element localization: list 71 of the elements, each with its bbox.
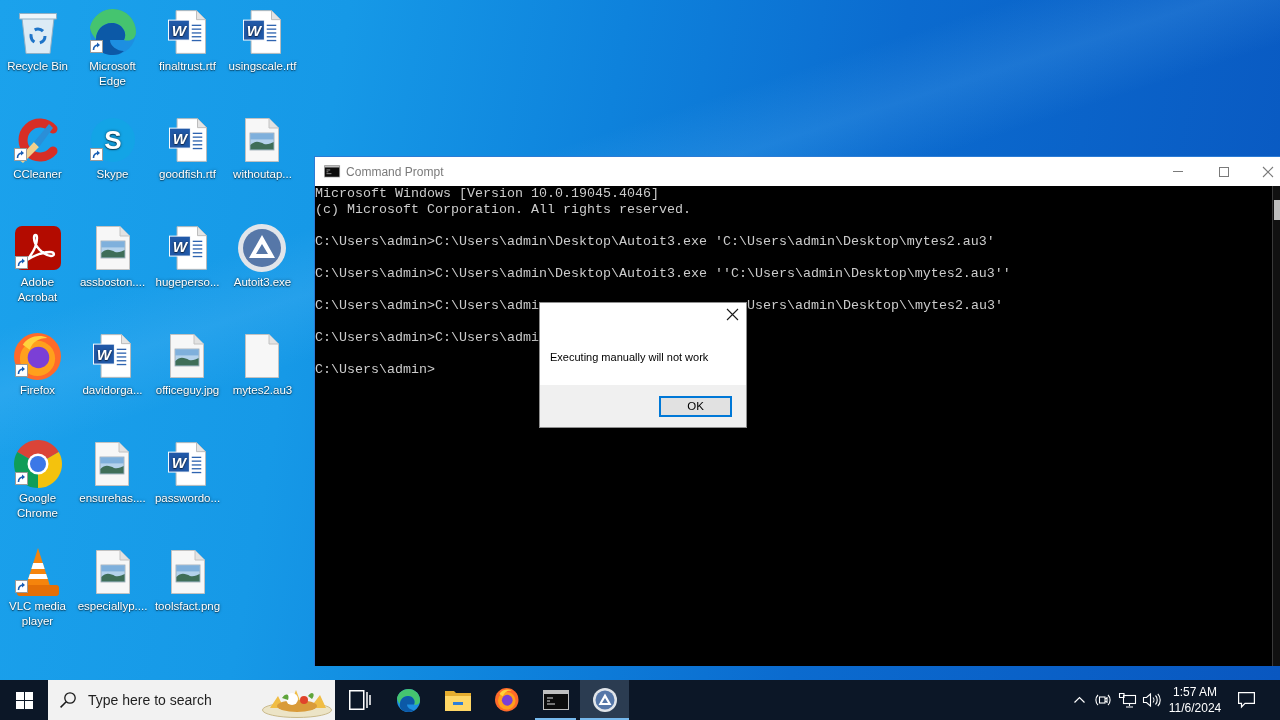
desktop-item[interactable]: ensurehas....	[79, 440, 146, 506]
desktop-item[interactable]: VLC media player	[0, 548, 75, 629]
desktop-item[interactable]: W finaltrust.rtf	[159, 8, 216, 74]
notification-icon[interactable]	[1237, 692, 1255, 708]
minimize-icon	[1173, 171, 1183, 172]
chevron-up-icon[interactable]	[1073, 697, 1085, 703]
scrollbar-thumb[interactable]	[1274, 200, 1280, 220]
task-view-icon	[348, 690, 371, 710]
close-icon	[1263, 166, 1273, 177]
ok-button[interactable]: OK	[659, 395, 732, 417]
desktop-item[interactable]: officeguy.jpg	[155, 332, 220, 398]
volume-icon[interactable]	[1142, 693, 1160, 707]
dialog-message: Executing manually will not work	[550, 351, 709, 363]
console-line: C:\Users\admin>C:\Users\admin\Desktop\Autoit3.exe 'C:\Users\admin\Desktop\mytes2.au3'	[315, 234, 995, 250]
search-bar[interactable]: Type here to search	[48, 680, 335, 720]
folder-icon	[444, 689, 471, 711]
triangle-badge-icon	[592, 688, 617, 712]
maximize-icon	[1219, 166, 1229, 177]
desktop-item[interactable]: Adobe Acrobat	[0, 224, 75, 305]
console-line: C:\Users\admin>C:\Users\admi	[315, 298, 539, 314]
image-file-icon	[95, 226, 130, 270]
console-line: C:\Users\admin>C:\Users\admi	[315, 330, 539, 346]
swirl-logo-icon	[397, 688, 420, 712]
window-title: Command Prompt	[346, 164, 444, 179]
ribbon-tile-icon	[14, 226, 61, 270]
search-icon	[60, 692, 76, 708]
blank-file-icon	[245, 334, 280, 378]
image-file-icon	[170, 550, 205, 594]
desktop-item[interactable]: W goodfish.rtf	[159, 116, 216, 182]
desktop-item[interactable]: Autoit3.exe	[233, 224, 292, 290]
swirl-logo-icon	[89, 9, 136, 55]
desktop-item[interactable]: Firefox	[13, 332, 62, 398]
scrollbar-track[interactable]	[1272, 186, 1280, 666]
clock[interactable]: 1:57 AM 11/6/2024	[1163, 680, 1227, 720]
console-line: C:\Users\admin>C:\Users\admin\Desktop\Autoit3.exe ''C:\Users\admin\Desktop\mytes2.au3''	[315, 266, 1011, 282]
console-line: Microsoft Windows [Version 10.0.19045.4046]	[315, 186, 659, 202]
image-file-icon	[95, 550, 130, 594]
start-menu-icon	[15, 691, 33, 709]
desktop-item[interactable]: W usingscale.rtf	[228, 8, 297, 74]
search-input[interactable]: Type here to search	[88, 690, 262, 710]
recycle-bin-icon	[18, 10, 57, 54]
network-icon[interactable]	[1118, 692, 1136, 708]
desktop-item[interactable]: Microsoft Edge	[75, 8, 150, 89]
desktop-item[interactable]: especiallyp....	[77, 548, 148, 614]
flame-globe-icon	[14, 332, 61, 380]
desktop-item[interactable]: assboston....	[79, 224, 146, 290]
flame-globe-icon	[494, 688, 519, 712]
image-file-icon	[95, 442, 130, 486]
desktop-item[interactable]: CCleaner	[13, 116, 62, 182]
console-line: (c) Microsoft Corporation. All rights reserved.	[315, 202, 691, 218]
video-call-icon[interactable]	[1096, 692, 1110, 708]
desktop-item[interactable]: toolsfact.png	[154, 548, 221, 614]
desktop-item[interactable]: S Skype	[88, 116, 137, 182]
console-line: C:\Users\admin>	[315, 362, 435, 378]
desktop-item[interactable]: W hugeperso...	[155, 224, 220, 290]
terminal-icon	[542, 690, 569, 710]
desktop-item[interactable]: Google Chrome	[0, 440, 75, 521]
desktop-item[interactable]: Recycle Bin	[7, 8, 68, 74]
desktop-item[interactable]: mytes2.au3	[232, 332, 293, 398]
taskbar-button[interactable]	[580, 680, 629, 720]
console-line: Users\admin\Desktop\\mytes2.au3'	[746, 298, 1003, 314]
terminal-icon	[324, 165, 341, 178]
close-icon	[726, 308, 738, 320]
desktop-item[interactable]: W davidorga...	[82, 332, 143, 398]
close-button[interactable]	[726, 308, 738, 320]
desktop-item[interactable]: W passwordo...	[154, 440, 221, 506]
desktop-item[interactable]: withoutap...	[233, 116, 292, 182]
segmented-ring-icon	[13, 440, 62, 488]
image-file-icon	[170, 334, 205, 378]
image-file-icon	[245, 118, 280, 162]
triangle-badge-icon	[238, 224, 287, 272]
